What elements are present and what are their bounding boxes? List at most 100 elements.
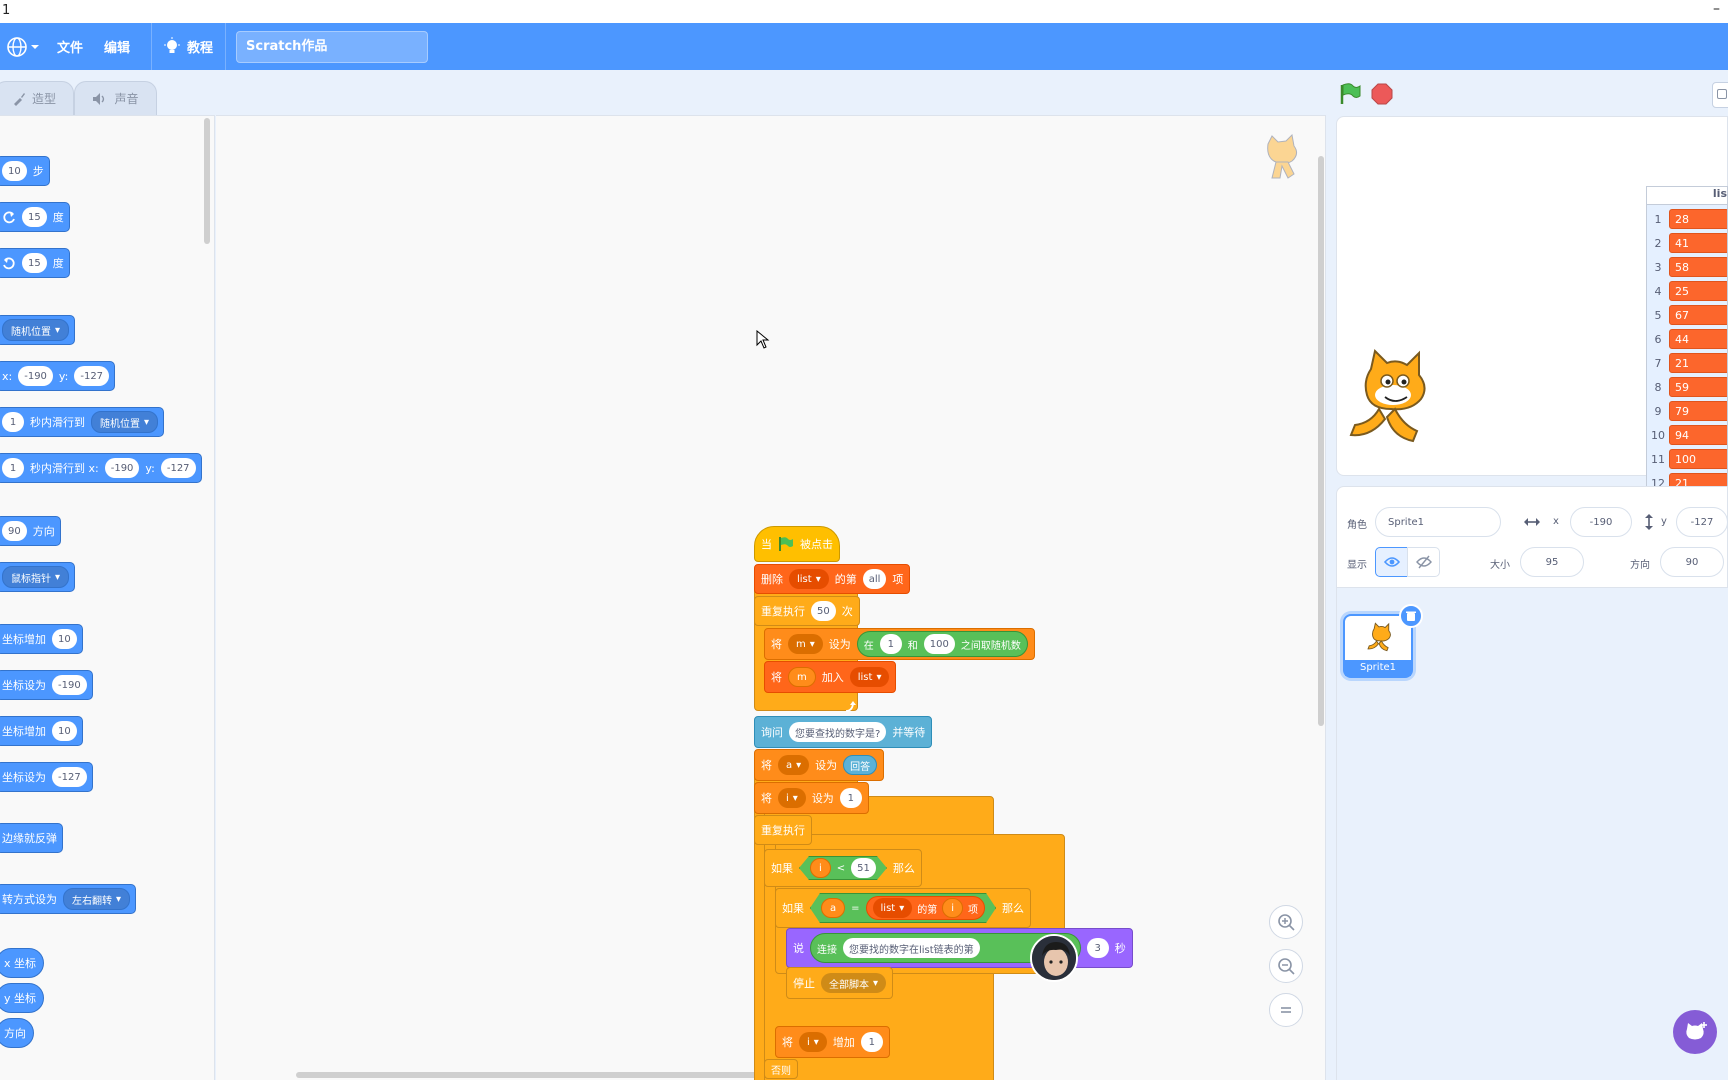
hide-sprite-button[interactable] (1407, 547, 1440, 577)
block-ask-and-wait[interactable]: 询问 您要查找的数字是? 并等待 (754, 716, 933, 748)
block-bounce[interactable]: 边缘就反弹 (0, 823, 63, 853)
list-row-value[interactable]: 41 (1669, 233, 1727, 253)
zoom-reset-button[interactable] (1269, 993, 1303, 1027)
stop-icon[interactable] (1371, 83, 1393, 105)
goto-target-dropdown[interactable]: 随机位置 ▾ (2, 319, 70, 341)
block-if-equals[interactable]: 如果 a = list ▾ 的第 i 项 那么 (775, 888, 1032, 928)
reporter-direction[interactable]: 方向 (0, 1018, 34, 1048)
variable-dropdown[interactable]: i ▾ (778, 788, 806, 808)
list-dropdown[interactable]: list ▾ (849, 667, 890, 687)
block-set-i[interactable]: 将 i ▾ 设为 1 (754, 782, 869, 814)
list-row-value[interactable]: 79 (1669, 401, 1727, 421)
block-set-y[interactable]: 坐标设为 -127 (0, 762, 93, 792)
value-input[interactable]: 10 (52, 629, 77, 649)
glide-target-dropdown[interactable]: 随机位置 ▾ (91, 411, 159, 433)
block-pick-random[interactable]: 在 1 和 100 之间取随机数 (856, 631, 1028, 657)
rotation-style-dropdown[interactable]: 左右翻转 ▾ (63, 888, 131, 910)
block-if[interactable]: 如果 i < 51 那么 (764, 849, 922, 887)
stop-option-dropdown[interactable]: 全部脚本 ▾ (821, 973, 887, 993)
list-row-value[interactable]: 58 (1669, 257, 1727, 277)
block-point-direction[interactable]: 90 方向 (0, 516, 61, 546)
variable-dropdown[interactable]: m ▾ (788, 634, 823, 654)
variable-reporter-i[interactable]: i (810, 858, 831, 878)
block-turn-left[interactable]: 15 度 (0, 248, 70, 278)
zoom-out-button[interactable] (1269, 949, 1303, 983)
edit-menu[interactable]: 编辑 (104, 23, 130, 70)
minimize-button[interactable]: – (1713, 1, 1720, 17)
block-delete-of-list[interactable]: 删除 list ▾ 的第 all 项 (754, 564, 911, 594)
variable-dropdown[interactable]: i ▾ (799, 1032, 827, 1052)
value-input[interactable]: 1 (839, 788, 862, 808)
block-change-y[interactable]: 坐标增加 10 (0, 716, 83, 746)
list-row-value[interactable]: 67 (1669, 305, 1727, 325)
tutorials-button[interactable]: 教程 (163, 23, 213, 70)
answer-reporter[interactable]: 回答 (843, 755, 878, 775)
towards-dropdown[interactable]: 鼠标指针 ▾ (2, 566, 70, 588)
y-input[interactable]: -127 (160, 458, 196, 478)
block-item-of-list[interactable]: list ▾ 的第 i 项 (866, 896, 986, 920)
variable-reporter-a[interactable]: a (821, 898, 845, 918)
block-change-x[interactable]: 坐标增加 10 (0, 624, 83, 654)
stage-size-toggle[interactable] (1712, 82, 1728, 108)
x-position-field[interactable]: -190 (1570, 507, 1632, 537)
show-sprite-button[interactable] (1375, 547, 1408, 577)
variable-reporter-i[interactable]: i (942, 898, 963, 918)
green-flag-icon[interactable] (1338, 82, 1362, 106)
to-input[interactable]: 100 (923, 634, 955, 654)
block-equals[interactable]: a = list ▾ 的第 i 项 (810, 893, 996, 923)
block-goto[interactable]: 随机位置 ▾ (0, 315, 76, 345)
list-row-value[interactable]: 100 (1669, 449, 1727, 469)
project-title-input[interactable]: Scratch作品 (236, 31, 428, 63)
language-menu[interactable] (6, 23, 40, 70)
workspace-vertical-scrollbar[interactable] (1318, 156, 1324, 726)
block-move-steps[interactable]: 10 步 (0, 156, 50, 186)
block-glide-xy[interactable]: 1 秒内滑行到 x: -190 y: -127 (0, 453, 202, 483)
block-set-a[interactable]: 将 a ▾ 设为 回答 (754, 749, 885, 781)
block-glide-to[interactable]: 1 秒内滑行到 随机位置 ▾ (0, 407, 165, 437)
value-input[interactable]: -127 (52, 767, 87, 787)
list-dropdown[interactable]: list ▾ (789, 569, 829, 589)
block-goto-xy[interactable]: x: -190 y: -127 (0, 361, 116, 391)
palette-scrollbar[interactable] (204, 118, 210, 244)
list-row-value[interactable]: 25 (1669, 281, 1727, 301)
value-input[interactable]: 10 (52, 721, 77, 741)
steps-input[interactable]: 10 (2, 161, 27, 181)
reporter-x-position[interactable]: x 坐标 (0, 948, 45, 978)
secs-input[interactable]: 1 (2, 458, 24, 478)
times-input[interactable]: 50 (811, 601, 836, 621)
block-rotation-style[interactable]: 转方式设为 左右翻转 ▾ (0, 884, 137, 914)
value-input[interactable]: 1 (860, 1032, 883, 1052)
delete-sprite-button[interactable] (1399, 604, 1423, 628)
index-input[interactable]: all (862, 569, 887, 589)
block-turn-right[interactable]: 15 度 (0, 202, 70, 232)
block-when-flag-clicked[interactable]: 当 被点击 (754, 526, 840, 562)
direction-input[interactable]: 90 (2, 521, 27, 541)
list-row-value[interactable]: 94 (1669, 425, 1727, 445)
cat-sprite-icon[interactable] (1341, 347, 1433, 445)
block-repeat[interactable]: 重复执行 50 次 (754, 596, 860, 626)
y-input[interactable]: -127 (74, 366, 110, 386)
list-row-value[interactable]: 44 (1669, 329, 1727, 349)
x-input[interactable]: -190 (104, 458, 140, 478)
value-input[interactable]: 51 (851, 858, 876, 878)
list-row-value[interactable]: 21 (1669, 353, 1727, 373)
secs-input[interactable]: 3 (1086, 938, 1109, 958)
reporter-y-position[interactable]: y 坐标 (0, 983, 45, 1013)
x-input[interactable]: -190 (18, 366, 53, 386)
block-set-m[interactable]: 将 m ▾ 设为 在 1 和 100 之间取随机数 (764, 628, 1035, 660)
sprite-tile[interactable]: Sprite1 (1343, 604, 1423, 678)
block-less-than[interactable]: i < 51 (799, 856, 887, 880)
file-menu[interactable]: 文件 (57, 23, 83, 70)
degrees-input[interactable]: 15 (22, 253, 47, 273)
block-add-to-list[interactable]: 将 m 加入 list ▾ (764, 661, 897, 693)
block-change-i[interactable]: 将 i ▾ 增加 1 (775, 1026, 890, 1058)
secs-input[interactable]: 1 (2, 412, 24, 432)
block-set-x[interactable]: 坐标设为 -190 (0, 670, 93, 700)
text-input[interactable]: 您要找的数字在list链表的第 (843, 938, 980, 958)
tab-costumes[interactable]: 造型 (0, 81, 74, 115)
sprite-name-field[interactable]: Sprite1 (1375, 507, 1501, 537)
block-else[interactable]: 否则 (764, 1059, 798, 1079)
variable-reporter-m[interactable]: m (788, 667, 816, 687)
from-input[interactable]: 1 (879, 634, 902, 654)
variable-dropdown[interactable]: a ▾ (778, 755, 810, 775)
